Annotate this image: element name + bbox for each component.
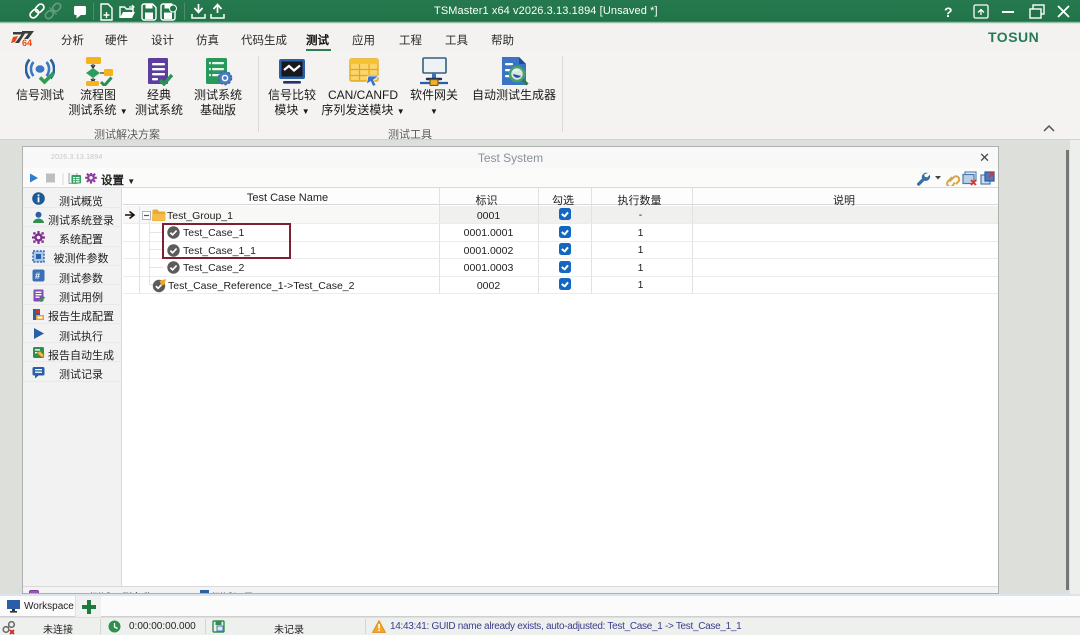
svg-text:64: 64 [22,38,32,48]
svg-text:?: ? [944,4,953,20]
svg-text:#: # [35,271,40,281]
